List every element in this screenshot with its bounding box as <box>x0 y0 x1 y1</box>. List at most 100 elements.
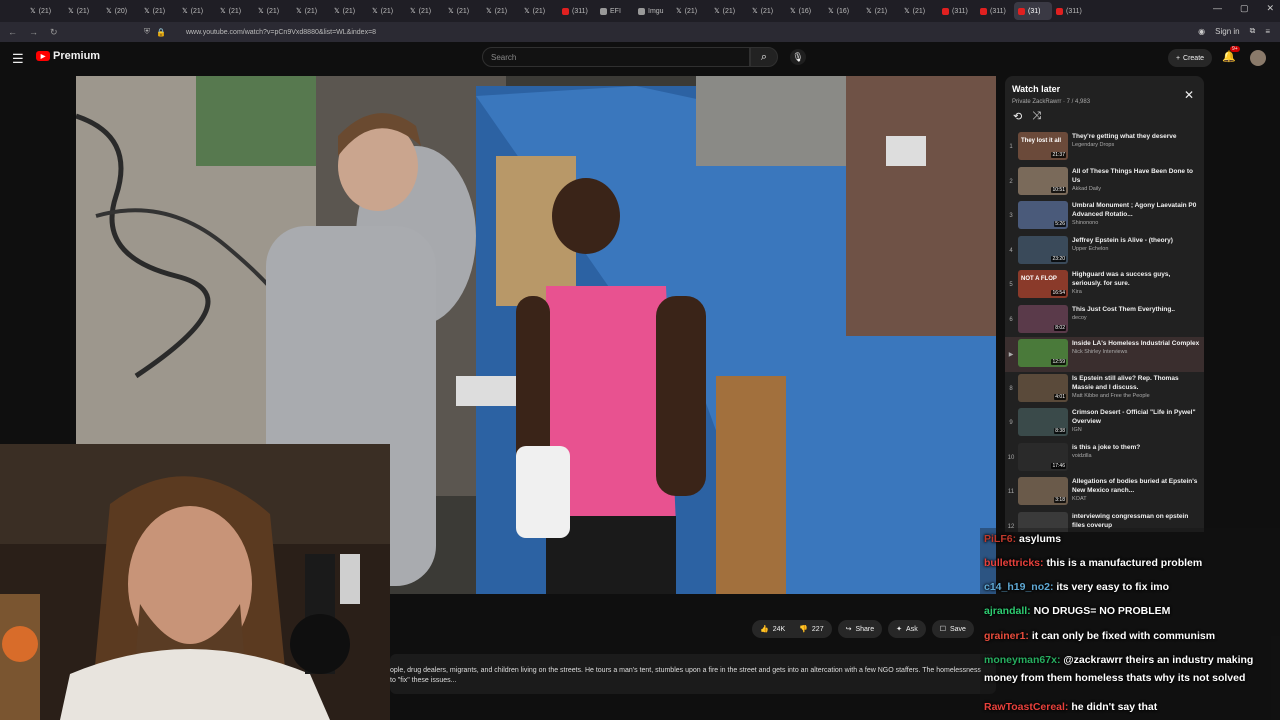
browser-tab[interactable]: 𝕏 (21) <box>26 2 64 20</box>
playlist-item[interactable]: 3 5:26 Umbral Monument ; Agony Laevatain P… <box>1005 199 1204 234</box>
playlist-item-title[interactable]: Umbral Monument ; Agony Laevatain P0 Adv… <box>1072 201 1200 219</box>
back-icon[interactable]: ← <box>8 27 17 38</box>
playlist-item[interactable]: 9 8:38 Crimson Desert - Official "Life in … <box>1005 406 1204 441</box>
browser-tab[interactable]: (311) <box>976 2 1014 20</box>
playlist-item[interactable]: 4 23:20 Jeffrey Epstein is Alive - (theory… <box>1005 234 1204 269</box>
playlist-item-thumbnail[interactable]: 12:59 <box>1018 339 1068 367</box>
like-button[interactable]: 👍 24K 👎 227 <box>752 620 832 638</box>
playlist-item-thumbnail[interactable]: NOT A FLOP 16:54 <box>1018 270 1068 298</box>
playlist-item-title[interactable]: Highguard was a success guys, seriously.… <box>1072 270 1200 288</box>
playlist-item-thumbnail[interactable]: 8:38 <box>1018 408 1068 436</box>
browser-tab[interactable]: 𝕏 (21) <box>292 2 330 20</box>
playlist-item[interactable]: 2 10:51 All of These Things Have Been Done… <box>1005 165 1204 200</box>
playlist-item-channel[interactable]: Upper Echelon <box>1072 246 1200 252</box>
browser-tab[interactable]: Imgu <box>634 2 672 20</box>
browser-tab[interactable]: 𝕏 (21) <box>368 2 406 20</box>
search-input[interactable]: Search <box>482 47 750 67</box>
playlist-item-thumbnail[interactable]: 4:01 <box>1018 373 1068 402</box>
playlist-item-title[interactable]: Crimson Desert - Official "Life in Pywel… <box>1072 408 1200 426</box>
playlist-item-channel[interactable]: Shinonono <box>1072 220 1200 226</box>
browser-tab[interactable]: 𝕏 (21) <box>900 2 938 20</box>
browser-tab[interactable]: 𝕏 (21) <box>406 2 444 20</box>
playlist-item-title[interactable]: interviewing congressman on epstein file… <box>1072 512 1200 530</box>
minimize-icon[interactable]: — <box>1213 3 1222 14</box>
browser-tab[interactable]: 𝕏 (16) <box>786 2 824 20</box>
loop-icon[interactable]: ⟲ <box>1013 110 1022 123</box>
browser-tab[interactable]: 𝕏 (21) <box>862 2 900 20</box>
playlist-item-thumbnail[interactable]: 8:02 <box>1018 304 1068 333</box>
browser-tab[interactable]: 𝕏 (21) <box>710 2 748 20</box>
playlist-item-title[interactable]: Inside LA's Homeless Industrial Complex <box>1072 339 1200 348</box>
playlist-item[interactable]: 11 3:18 Allegations of bodies buried at Ep… <box>1005 475 1204 510</box>
browser-tab[interactable]: 𝕏 (21) <box>444 2 482 20</box>
browser-tab[interactable]: 𝕏 (21) <box>330 2 368 20</box>
close-window-icon[interactable]: ✕ <box>1266 3 1274 14</box>
playlist-item-title[interactable]: Is Epstein still alive? Rep. Thomas Mass… <box>1072 374 1200 392</box>
playlist-item-channel[interactable]: IGN <box>1072 427 1200 433</box>
browser-tab[interactable]: (311) <box>558 2 596 20</box>
sign-in-link[interactable]: Sign in <box>1215 27 1239 36</box>
browser-tab[interactable]: (311) <box>938 2 976 20</box>
browser-tab[interactable]: (311) <box>1052 2 1090 20</box>
lock-icon[interactable]: 🔒 <box>156 28 166 37</box>
search-button[interactable]: ⌕ <box>750 47 778 67</box>
reload-icon[interactable]: ↻ <box>50 27 58 38</box>
share-button[interactable]: ↪ Share <box>837 620 883 638</box>
close-icon[interactable]: ✕ <box>1184 88 1194 102</box>
browser-tab[interactable]: 𝕏 (21) <box>672 2 710 20</box>
playlist-item-title[interactable]: Allegations of bodies buried at Epstein'… <box>1072 477 1200 495</box>
account-icon[interactable]: ◉ <box>1198 27 1205 36</box>
browser-tab[interactable]: 𝕏 (21) <box>216 2 254 20</box>
browser-tab[interactable]: (31) <box>1014 2 1052 20</box>
user-avatar[interactable] <box>1250 50 1266 66</box>
playlist-item-channel[interactable]: voidzilla <box>1072 453 1200 459</box>
playlist-item-title[interactable]: Jeffrey Epstein is Alive - (theory) <box>1072 236 1200 245</box>
playlist-item-thumbnail[interactable]: 10:51 <box>1018 166 1068 195</box>
maximize-icon[interactable]: ▢ <box>1240 3 1249 14</box>
playlist-item-title[interactable]: All of These Things Have Been Done to Us <box>1072 167 1200 185</box>
playlist-item[interactable]: 8 4:01 Is Epstein still alive? Rep. Thomas… <box>1005 372 1204 407</box>
shuffle-icon[interactable]: ⤨ <box>1032 110 1041 123</box>
playlist-item[interactable]: 5 NOT A FLOP 16:54 Highguard was a success … <box>1005 268 1204 303</box>
browser-tab[interactable]: 𝕏 (21) <box>482 2 520 20</box>
playlist-item[interactable]: ▶ 12:59 Inside LA's Homeless Industrial Co… <box>1005 337 1204 372</box>
create-button[interactable]: + Create <box>1168 49 1212 67</box>
playlist-item-thumbnail[interactable]: 5:26 <box>1018 201 1068 229</box>
browser-tab[interactable]: 𝕏 (21) <box>520 2 558 20</box>
extensions-icon[interactable]: ⧉ <box>1250 26 1256 36</box>
playlist-item-channel[interactable]: Legendary Drops <box>1072 142 1200 148</box>
playlist-item-channel[interactable]: decoy <box>1072 315 1200 321</box>
playlist-item-title[interactable]: They're getting what they deserve <box>1072 132 1200 141</box>
playlist-item-thumbnail[interactable]: 23:20 <box>1018 235 1068 264</box>
forward-icon[interactable]: → <box>29 27 38 38</box>
browser-tab[interactable]: EFI <box>596 2 634 20</box>
youtube-logo[interactable]: ▶ Premium <box>36 50 100 62</box>
browser-tab[interactable]: 𝕏 (21) <box>140 2 178 20</box>
playlist-item[interactable]: 1 They lost it all 21:37 They're getting wh… <box>1005 130 1204 165</box>
browser-tab[interactable]: 𝕏 (21) <box>254 2 292 20</box>
playlist-item-thumbnail[interactable]: 3:18 <box>1018 477 1068 505</box>
hamburger-menu-icon[interactable]: ☰ <box>12 51 24 67</box>
url-field[interactable]: www.youtube.com/watch?v=pCn9Vxd8880&list… <box>186 29 376 36</box>
browser-tab[interactable]: 𝕏 (16) <box>824 2 862 20</box>
playlist-item-thumbnail[interactable]: 17:46 <box>1018 442 1068 471</box>
playlist-item-channel[interactable]: Matt Kibbe and Free the People <box>1072 393 1200 399</box>
playlist-item[interactable]: 6 8:02 This Just Cost Them Everything.. dec… <box>1005 303 1204 338</box>
playlist-item-title[interactable]: is this a joke to them? <box>1072 443 1200 452</box>
save-button[interactable]: ☐ Save <box>931 620 974 638</box>
microphone-icon[interactable]: 🎙 <box>790 49 806 65</box>
playlist-item-channel[interactable]: Kira <box>1072 289 1200 295</box>
browser-tab[interactable]: 𝕏 (20) <box>102 2 140 20</box>
playlist-item-channel[interactable]: Nick Shirley Interviews <box>1072 349 1200 355</box>
ask-button[interactable]: ✦ Ask <box>888 620 926 638</box>
shield-icon[interactable]: ⛨ <box>144 27 150 37</box>
thumbs-down-icon[interactable]: 👎 <box>799 625 808 633</box>
browser-tab[interactable]: 𝕏 (21) <box>178 2 216 20</box>
playlist-item-thumbnail[interactable]: They lost it all 21:37 <box>1018 132 1068 160</box>
playlist-item-channel[interactable]: Akkad Daily <box>1072 186 1200 192</box>
playlist-item-channel[interactable]: KOAT <box>1072 496 1200 502</box>
playlist-item[interactable]: 10 17:46 is this a joke to them? voidzilla <box>1005 441 1204 476</box>
playlist-item-title[interactable]: This Just Cost Them Everything.. <box>1072 305 1200 314</box>
browser-tab[interactable]: 𝕏 (21) <box>64 2 102 20</box>
video-description[interactable]: ople, drug dealers, migrants, and childr… <box>390 654 996 694</box>
